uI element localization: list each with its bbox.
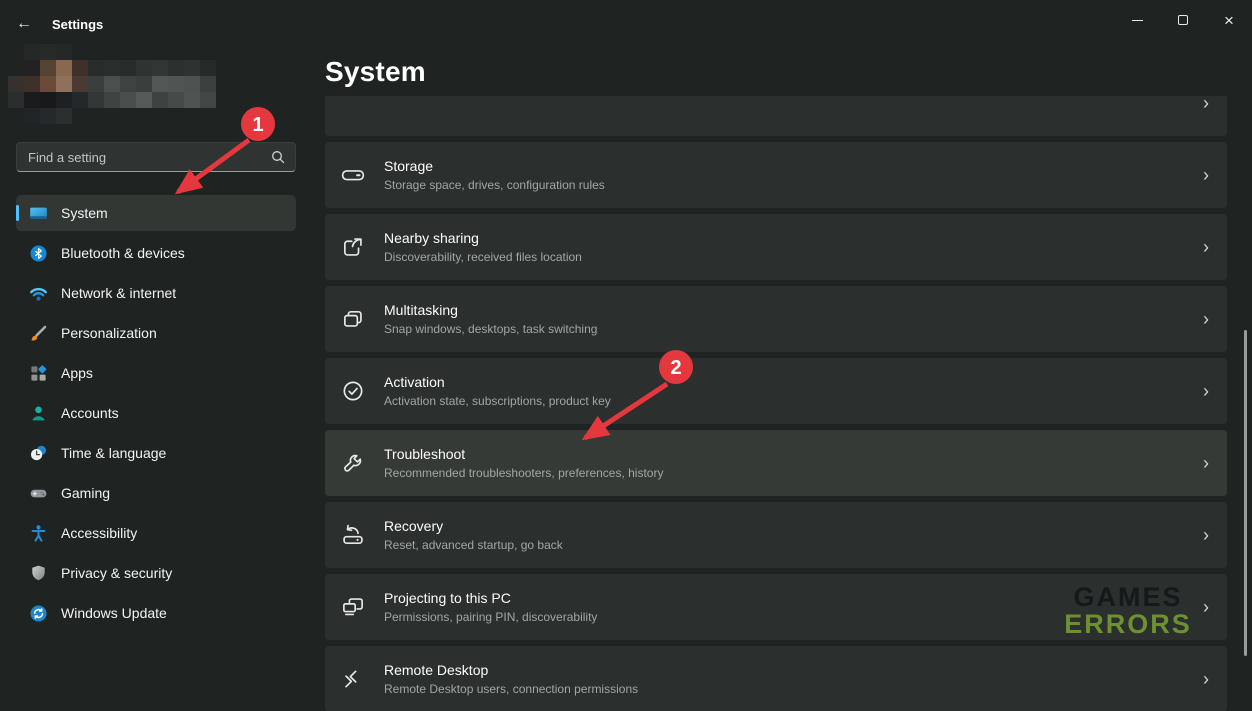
system-icon [29,204,48,223]
windows-update-icon [29,604,48,623]
sidebar-item-label: Accessibility [61,525,137,541]
sidebar-item-label: Accounts [61,405,119,421]
sidebar-item-label: Gaming [61,485,110,501]
activation-icon [341,379,365,403]
scrollbar[interactable] [1244,330,1247,656]
sidebar-item-accounts[interactable]: Accounts [16,395,296,431]
settings-row-recovery[interactable]: Recovery Reset, advanced startup, go bac… [325,502,1227,568]
minimize-button[interactable] [1114,0,1160,40]
maximize-button[interactable] [1160,0,1206,40]
settings-row-troubleshoot[interactable]: Troubleshoot Recommended troubleshooters… [325,430,1227,496]
settings-row-activation[interactable]: Activation Activation state, subscriptio… [325,358,1227,424]
row-title: Multitasking [384,301,1203,320]
close-icon: × [1224,12,1234,29]
privacy-icon [29,564,48,583]
sidebar-item-privacy-security[interactable]: Privacy & security [16,555,296,591]
row-subtitle: Activation state, subscriptions, product… [384,393,1203,409]
row-title: Remote Desktop [384,661,1203,680]
row-title: Projecting to this PC [384,589,1203,608]
selected-accent-bar [16,205,19,221]
search-icon [271,150,285,164]
sidebar-item-time-language[interactable]: Time & language [16,435,296,471]
row-subtitle: Remote Desktop users, connection permiss… [384,681,1203,697]
titlebar: ← Settings × [0,0,1252,40]
chevron-right-icon: › [1203,237,1209,258]
settings-row-nearby-sharing[interactable]: Nearby sharing Discoverability, received… [325,214,1227,280]
row-subtitle: Storage space, drives, configuration rul… [384,177,1203,193]
recovery-icon [341,523,365,547]
row-title: Storage [384,157,1203,176]
sidebar-item-label: Privacy & security [61,565,172,581]
sidebar-item-gaming[interactable]: Gaming [16,475,296,511]
sidebar-item-label: System [61,205,108,221]
storage-icon [341,163,365,187]
personalization-icon [29,324,48,343]
user-avatar-pixelated [8,44,216,124]
sidebar-item-label: Bluetooth & devices [61,245,185,261]
sidebar-item-label: Network & internet [61,285,176,301]
maximize-icon [1178,15,1188,25]
network-icon [29,284,48,303]
settings-row-storage[interactable]: Storage Storage space, drives, configura… [325,142,1227,208]
settings-row-remote-desktop[interactable]: Remote Desktop Remote Desktop users, con… [325,646,1227,711]
row-subtitle: Permissions, pairing PIN, discoverabilit… [384,609,1203,625]
sidebar-item-label: Apps [61,365,93,381]
row-subtitle: Discoverability, received files location [384,249,1203,265]
chevron-right-icon: › [1203,96,1209,114]
row-title: Troubleshoot [384,445,1203,464]
accessibility-icon [29,524,48,543]
minimize-icon [1132,20,1143,21]
settings-row-projecting[interactable]: Projecting to this PC Permissions, pairi… [325,574,1227,640]
nearby-sharing-icon [341,235,365,259]
row-subtitle: Reset, advanced startup, go back [384,537,1203,553]
app-title: Settings [52,17,103,32]
row-subtitle: Snap windows, desktops, task switching [384,321,1203,337]
row-subtitle: Recommended troubleshooters, preferences… [384,465,1203,481]
sidebar: System Bluetooth & devices Network & int… [0,40,316,711]
chevron-right-icon: › [1203,309,1209,330]
row-title: Recovery [384,517,1203,536]
row-title: Activation [384,373,1203,392]
chevron-right-icon: › [1203,165,1209,186]
settings-row-multitasking[interactable]: Multitasking Snap windows, desktops, tas… [325,286,1227,352]
sidebar-item-label: Time & language [61,445,166,461]
sidebar-item-bluetooth-devices[interactable]: Bluetooth & devices [16,235,296,271]
chevron-right-icon: › [1203,381,1209,402]
back-button[interactable]: ← [12,12,36,36]
close-button[interactable]: × [1206,0,1252,40]
time-language-icon [29,444,48,463]
settings-row-power[interactable]: Screen and sleep, power mode › [325,96,1227,136]
settings-list: Screen and sleep, power mode › Storage S… [325,96,1227,711]
projecting-icon [341,595,365,619]
sidebar-item-network-internet[interactable]: Network & internet [16,275,296,311]
apps-icon [29,364,48,383]
search-input[interactable] [17,150,271,165]
sidebar-item-label: Personalization [61,325,157,341]
back-arrow-icon: ← [16,15,32,33]
sidebar-item-apps[interactable]: Apps [16,355,296,391]
search-box[interactable] [16,142,296,172]
chevron-right-icon: › [1203,597,1209,618]
sidebar-item-label: Windows Update [61,605,167,621]
sidebar-item-windows-update[interactable]: Windows Update [16,595,296,631]
sidebar-item-system[interactable]: System [16,195,296,231]
bluetooth-icon [29,244,48,263]
page-title: System [325,56,426,88]
multitasking-icon [341,307,365,331]
remote-desktop-icon [341,667,365,691]
troubleshoot-icon [341,451,365,475]
sidebar-nav: System Bluetooth & devices Network & int… [16,195,296,635]
sidebar-item-personalization[interactable]: Personalization [16,315,296,351]
row-title: Nearby sharing [384,229,1203,248]
chevron-right-icon: › [1203,453,1209,474]
accounts-icon [29,404,48,423]
sidebar-item-accessibility[interactable]: Accessibility [16,515,296,551]
gaming-icon [29,484,48,503]
chevron-right-icon: › [1203,669,1209,690]
chevron-right-icon: › [1203,525,1209,546]
